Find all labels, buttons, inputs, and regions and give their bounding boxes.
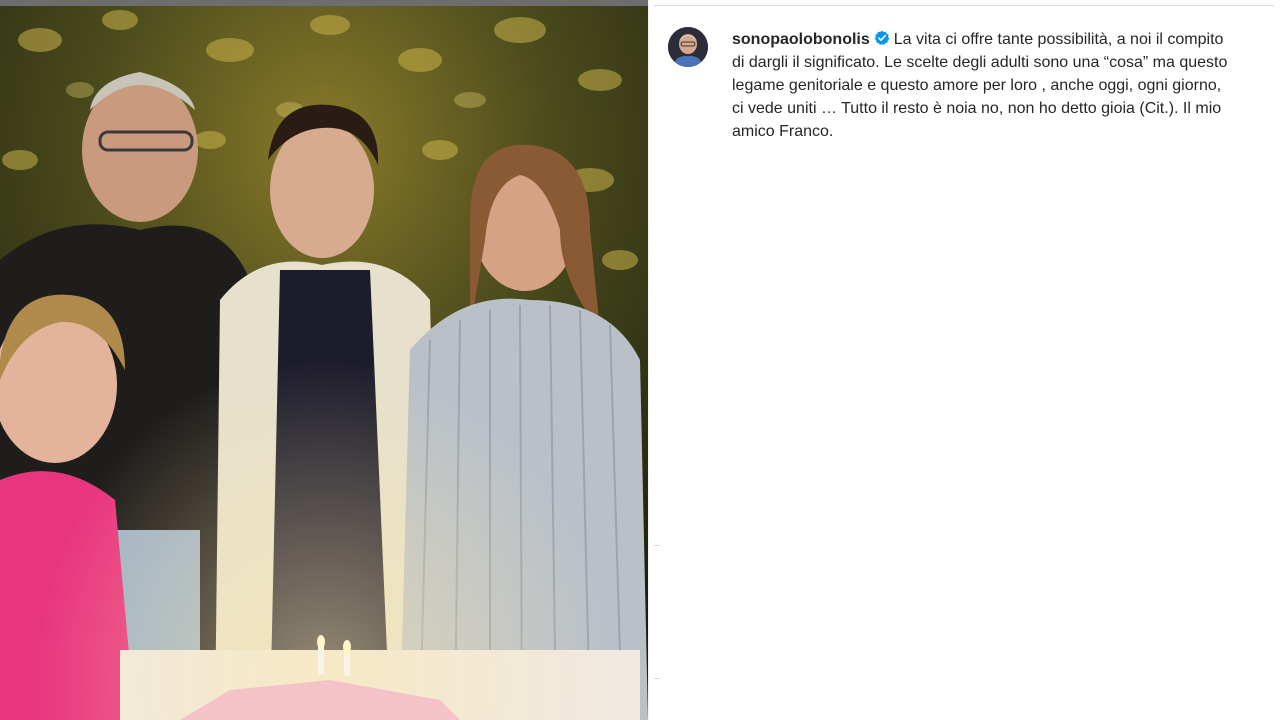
username-link[interactable]: sonopaolobonolis bbox=[732, 31, 870, 48]
instagram-post-view: sonopaolobonolis La vita ci offre tante p… bbox=[0, 0, 1280, 720]
panel-edge-marker bbox=[654, 545, 660, 546]
panel-divider bbox=[648, 0, 649, 720]
post-caption: sonopaolobonolis La vita ci offre tante p… bbox=[732, 28, 1232, 143]
panel-top-border bbox=[654, 5, 1274, 6]
verified-badge-icon bbox=[874, 30, 890, 45]
post-caption-panel: sonopaolobonolis La vita ci offre tante p… bbox=[648, 0, 1280, 720]
panel-edge-marker bbox=[654, 678, 660, 679]
avatar-image bbox=[668, 27, 708, 67]
post-photo[interactable] bbox=[0, 0, 648, 720]
profile-avatar[interactable] bbox=[668, 27, 708, 67]
family-birthday-photo bbox=[0, 0, 648, 720]
photo-top-bar bbox=[0, 0, 648, 6]
